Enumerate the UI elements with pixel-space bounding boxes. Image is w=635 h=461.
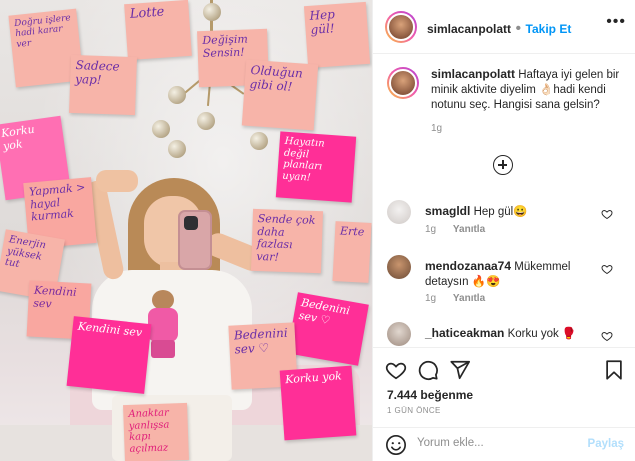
post-photo[interactable]: Doğru işlere hadi karar ver Lotte Değişi… (0, 0, 372, 461)
comment-text: _haticeakman Korku yok 🥊 (425, 326, 625, 342)
comment-time[interactable]: 1g (425, 224, 436, 235)
chandelier-bulb (250, 132, 268, 150)
sticky-note: Korku yok (279, 365, 357, 441)
post-comment-button[interactable]: Paylaş (588, 438, 624, 450)
comment-icon[interactable] (417, 359, 439, 381)
comment-meta: 1g Yanıtla (425, 224, 499, 235)
heart-icon[interactable] (601, 208, 613, 220)
comment-time[interactable]: 1g (425, 293, 436, 304)
heart-icon[interactable] (385, 359, 407, 381)
add-comment-bar: Paylaş (373, 427, 635, 461)
sticky-note: Kendini sev (66, 316, 152, 394)
post-side-panel: simlacanpolatt • Takip Et ••• simlacanpo… (372, 0, 635, 461)
share-icon[interactable] (449, 359, 471, 381)
chandelier-bulb (168, 140, 186, 158)
comment-username[interactable]: smagldl (425, 204, 470, 218)
peace-sign-hand (96, 170, 138, 192)
sticky-note: Lotte (124, 0, 192, 61)
chandelier-bulb (197, 112, 215, 130)
more-icon[interactable]: ••• (606, 14, 626, 30)
header-user-line: simlacanpolatt • Takip Et (427, 20, 571, 38)
sticky-note: Erte (332, 221, 372, 283)
like-count[interactable]: 7.444 beğenme (387, 388, 473, 402)
post-actions: 7.444 beğenme 1 GÜN ÖNCE Paylaş (373, 347, 635, 461)
follow-button[interactable]: Takip Et (526, 22, 572, 36)
add-circle-icon[interactable] (493, 155, 513, 175)
sticky-note: Sadece yap! (69, 54, 137, 116)
heart-icon[interactable] (601, 330, 613, 342)
reply-button[interactable]: Yanıtla (453, 224, 485, 235)
caption-body: simlacanpolatt Haftaya iyi gelen bir min… (431, 67, 631, 136)
comment-text: mendozanaa74 Mükemmel detaysın 🔥😍 (425, 259, 605, 290)
reply-button[interactable]: Yanıtla (453, 293, 485, 304)
sticky-note: Hep gül! (303, 1, 371, 69)
sticky-note: Anaktar yanlışsa kapı açılmaz (123, 402, 189, 461)
caption-time[interactable]: 1g (431, 121, 631, 136)
comment-username[interactable]: mendozanaa74 (425, 259, 511, 273)
smartphone (178, 210, 212, 270)
avatar[interactable] (387, 255, 411, 279)
comment-body: Hep gül😀 (473, 206, 528, 218)
chandelier-bulb (152, 120, 170, 138)
post-date[interactable]: 1 GÜN ÖNCE (387, 406, 441, 415)
separator-dot: • (515, 20, 526, 37)
caption-username[interactable]: simlacanpolatt (431, 67, 515, 81)
list-item: smagldl Hep gül😀 1g Yanıtla (387, 200, 627, 240)
avatar[interactable] (387, 200, 411, 224)
chandelier-bulb (168, 86, 186, 104)
avatar[interactable] (387, 67, 419, 99)
post-header: simlacanpolatt • Takip Et ••• (373, 0, 635, 54)
bookmark-icon[interactable] (603, 359, 625, 381)
username-link[interactable]: simlacanpolatt (427, 22, 511, 36)
comment-body: Korku yok 🥊 (507, 328, 577, 340)
sticky-note: Sende çok daha fazlası var! (250, 208, 324, 274)
chandelier-bulb (203, 3, 221, 21)
sticky-note: Bedenini sev ♡ (287, 292, 369, 366)
heart-icon[interactable] (601, 263, 613, 275)
emoji-icon[interactable] (385, 434, 407, 456)
comment-input[interactable] (417, 437, 577, 449)
list-item: _haticeakman Korku yok 🥊 (387, 322, 627, 346)
avatar[interactable] (387, 322, 411, 346)
comment-username[interactable]: _haticeakman (425, 326, 504, 340)
sticky-note: Hayatın değil planları uyan! (275, 131, 357, 203)
comment-meta: 1g Yanıtla (425, 293, 499, 304)
comment-text: smagldl Hep gül😀 (425, 204, 605, 220)
list-item: mendozanaa74 Mükemmel detaysın 🔥😍 1g Yan… (387, 255, 627, 305)
avatar[interactable] (385, 11, 417, 43)
sticky-note: Olduğun gibi ol! (241, 59, 319, 131)
